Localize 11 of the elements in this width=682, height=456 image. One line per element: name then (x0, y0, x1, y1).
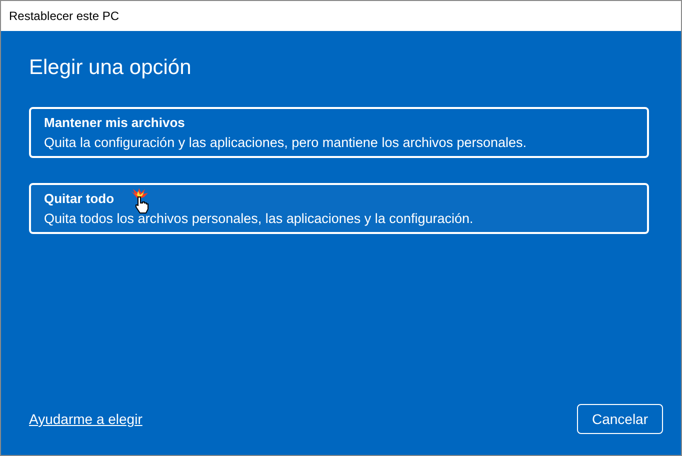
option-description: Quita la configuración y las aplicaciones, pero mantiene los archivos personales. (44, 135, 528, 150)
option-card[interactable]: Quitar todo Quita todos los archivos personales, las aplicaciones y la configuración. (29, 183, 649, 234)
window-title: Restablecer este PC (9, 9, 120, 23)
hand-cursor-icon (129, 188, 151, 214)
option-card[interactable]: Mantener mis archivos Quita la configuración y las aplicaciones, pero mantiene los archivos personales. (29, 107, 649, 158)
page-heading: Elegir una opción (29, 56, 192, 80)
help-link[interactable]: Ayudarme a elegir (29, 411, 142, 427)
option-description: Quita todos los archivos personales, las aplicaciones y la configuración. (44, 211, 474, 226)
option-title: Mantener mis archivos (44, 115, 185, 130)
option-title: Quitar todo (44, 191, 114, 206)
cancel-button[interactable]: Cancelar (576, 404, 663, 434)
